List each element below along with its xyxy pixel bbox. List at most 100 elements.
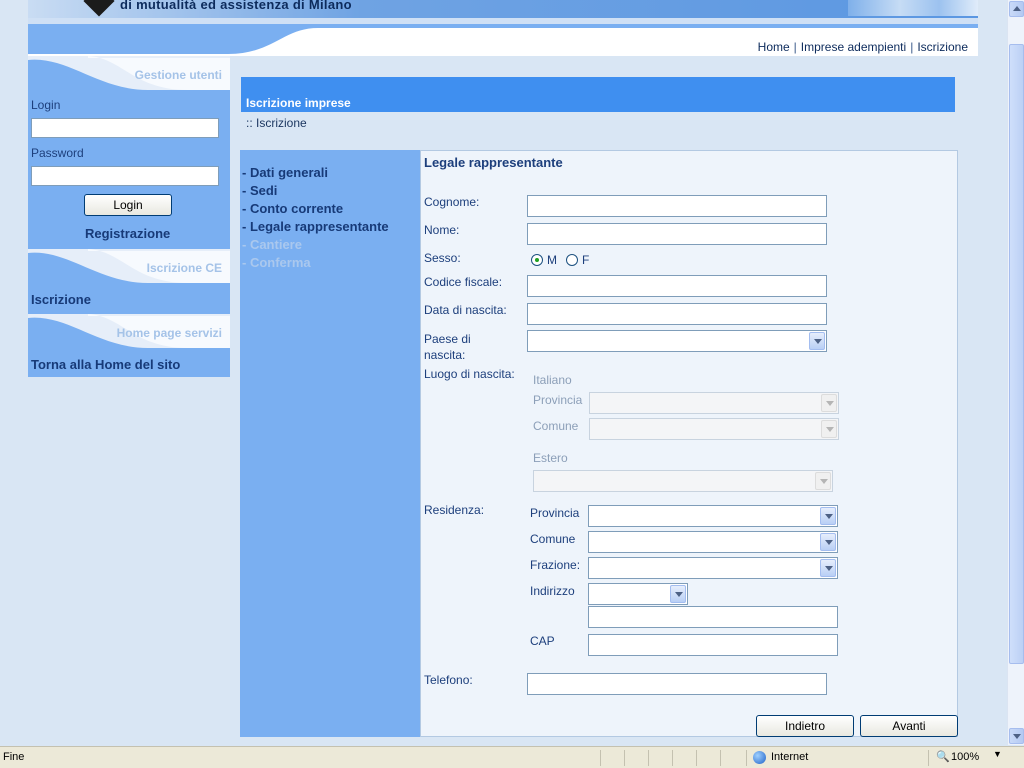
chevron-down-icon (821, 394, 837, 412)
zoom-icon[interactable]: 🔍 (936, 750, 950, 763)
legale-rappresentante-form: Legale rappresentante Cognome: Nome: Ses… (420, 150, 958, 737)
indirizzo-input[interactable] (588, 606, 838, 628)
residenza-comune-label: Comune (530, 532, 576, 546)
status-divider (696, 750, 697, 766)
back-button[interactable]: Indietro (756, 715, 854, 737)
nascita-provincia-select (589, 392, 839, 414)
sidebar-header-ce: Iscrizione CE (28, 249, 230, 283)
wizard-steps: - Dati generali - Sedi - Conto corrente … (240, 150, 420, 737)
cognome-label: Cognome: (424, 195, 480, 209)
sesso-label: Sesso: (424, 251, 461, 265)
header-slogan: di mutualità ed assistenza di Milano (120, 0, 352, 12)
paese-nascita-select[interactable] (527, 330, 827, 352)
top-navigation: Home | Imprese adempienti | Iscrizione (758, 40, 968, 54)
step-conferma: - Conferma (242, 255, 311, 270)
next-button[interactable]: Avanti (860, 715, 958, 737)
form-section-title: Legale rappresentante (424, 155, 563, 170)
chevron-down-icon (670, 585, 686, 603)
chevron-down-icon (815, 472, 831, 490)
status-divider (600, 750, 601, 766)
login-label: Login (31, 98, 61, 112)
cap-input[interactable] (588, 634, 838, 656)
zoom-dropdown-icon[interactable]: ▼ (993, 749, 1002, 759)
header-image (848, 0, 978, 16)
status-divider (648, 750, 649, 766)
status-text: Fine (3, 751, 25, 763)
site-header: di mutualità ed assistenza di Milano Hom… (28, 0, 978, 56)
globe-icon (753, 751, 766, 764)
frazione-label: Frazione: (530, 558, 581, 572)
residenza-comune-select[interactable] (588, 531, 838, 553)
security-zone: Internet (771, 751, 809, 763)
sesso-m-label: M (547, 253, 557, 267)
nascita-comune-select (589, 418, 839, 440)
codice-fiscale-label: Codice fiscale: (424, 275, 503, 289)
data-nascita-input[interactable] (527, 303, 827, 325)
nascita-comune-label: Comune (533, 419, 579, 433)
breadcrumb: :: Iscrizione (246, 116, 307, 130)
status-divider (720, 750, 721, 766)
estero-label: Estero (533, 451, 568, 465)
status-divider (672, 750, 673, 766)
login-button[interactable]: Login (84, 194, 172, 216)
sidebar-header-users: Gestione utenti (28, 56, 230, 90)
status-divider (746, 750, 747, 766)
chevron-down-icon (820, 507, 836, 525)
scroll-down-icon[interactable] (1009, 728, 1024, 744)
status-divider (624, 750, 625, 766)
step-legale-rappresentante[interactable]: - Legale rappresentante (242, 219, 389, 234)
step-conto-corrente[interactable]: - Conto corrente (242, 201, 343, 216)
residenza-label: Residenza: (424, 503, 485, 517)
registration-link[interactable]: Registrazione (85, 226, 170, 241)
home-site-link[interactable]: Torna alla Home del sito (31, 357, 180, 372)
scroll-up-icon[interactable] (1009, 1, 1024, 17)
password-input[interactable] (31, 166, 219, 186)
luogo-nascita-label: Luogo di nascita: (424, 367, 515, 381)
telefono-input[interactable] (527, 673, 827, 695)
chevron-down-icon (821, 420, 837, 438)
nav-separator: | (910, 40, 914, 54)
nascita-provincia-label: Provincia (533, 393, 583, 407)
telefono-label: Telefono: (424, 673, 473, 687)
nav-separator: | (793, 40, 797, 54)
sesso-f-label: F (582, 253, 590, 267)
nascita-estero-select (533, 470, 833, 492)
nome-label: Nome: (424, 223, 460, 237)
data-nascita-label: Data di nascita: (424, 303, 507, 317)
iscrizione-link[interactable]: Iscrizione (31, 292, 91, 307)
codice-fiscale-input[interactable] (527, 275, 827, 297)
residenza-provincia-label: Provincia (530, 506, 580, 520)
status-divider (928, 750, 929, 766)
nav-imprese-adempienti-link[interactable]: Imprese adempienti (801, 40, 906, 54)
cognome-input[interactable] (527, 195, 827, 217)
chevron-down-icon (820, 559, 836, 577)
left-sidebar: Gestione utenti Login Password Login Reg… (28, 56, 230, 377)
sidebar-header-services: Home page servizi (28, 314, 230, 348)
sidebar-section-title: Iscrizione CE (146, 261, 222, 275)
nav-iscrizione-link[interactable]: Iscrizione (917, 40, 968, 54)
paese-nascita-label: Paese di nascita: (424, 332, 471, 362)
vertical-scrollbar[interactable] (1007, 0, 1024, 745)
step-dati-generali[interactable]: - Dati generali (242, 165, 328, 180)
indirizzo-type-select[interactable] (588, 583, 688, 605)
scrollbar-thumb[interactable] (1009, 44, 1024, 664)
cap-label: CAP (530, 634, 555, 648)
sidebar-section-title: Gestione utenti (134, 68, 222, 82)
page-title: Iscrizione imprese (246, 96, 351, 110)
nav-home-link[interactable]: Home (758, 40, 790, 54)
sesso-f-radio[interactable] (566, 254, 578, 266)
page-title-bar: Iscrizione imprese (241, 77, 955, 112)
zoom-level[interactable]: 100% (951, 751, 979, 763)
sesso-m-radio[interactable] (531, 254, 543, 266)
residenza-provincia-select[interactable] (588, 505, 838, 527)
nome-input[interactable] (527, 223, 827, 245)
italiano-label: Italiano (533, 373, 572, 387)
step-sedi[interactable]: - Sedi (242, 183, 277, 198)
chevron-down-icon (820, 533, 836, 551)
sidebar-section-title: Home page servizi (116, 326, 222, 340)
login-input[interactable] (31, 118, 219, 138)
chevron-down-icon (809, 332, 825, 350)
password-label: Password (31, 146, 84, 160)
frazione-select[interactable] (588, 557, 838, 579)
indirizzo-label: Indirizzo (530, 584, 575, 598)
